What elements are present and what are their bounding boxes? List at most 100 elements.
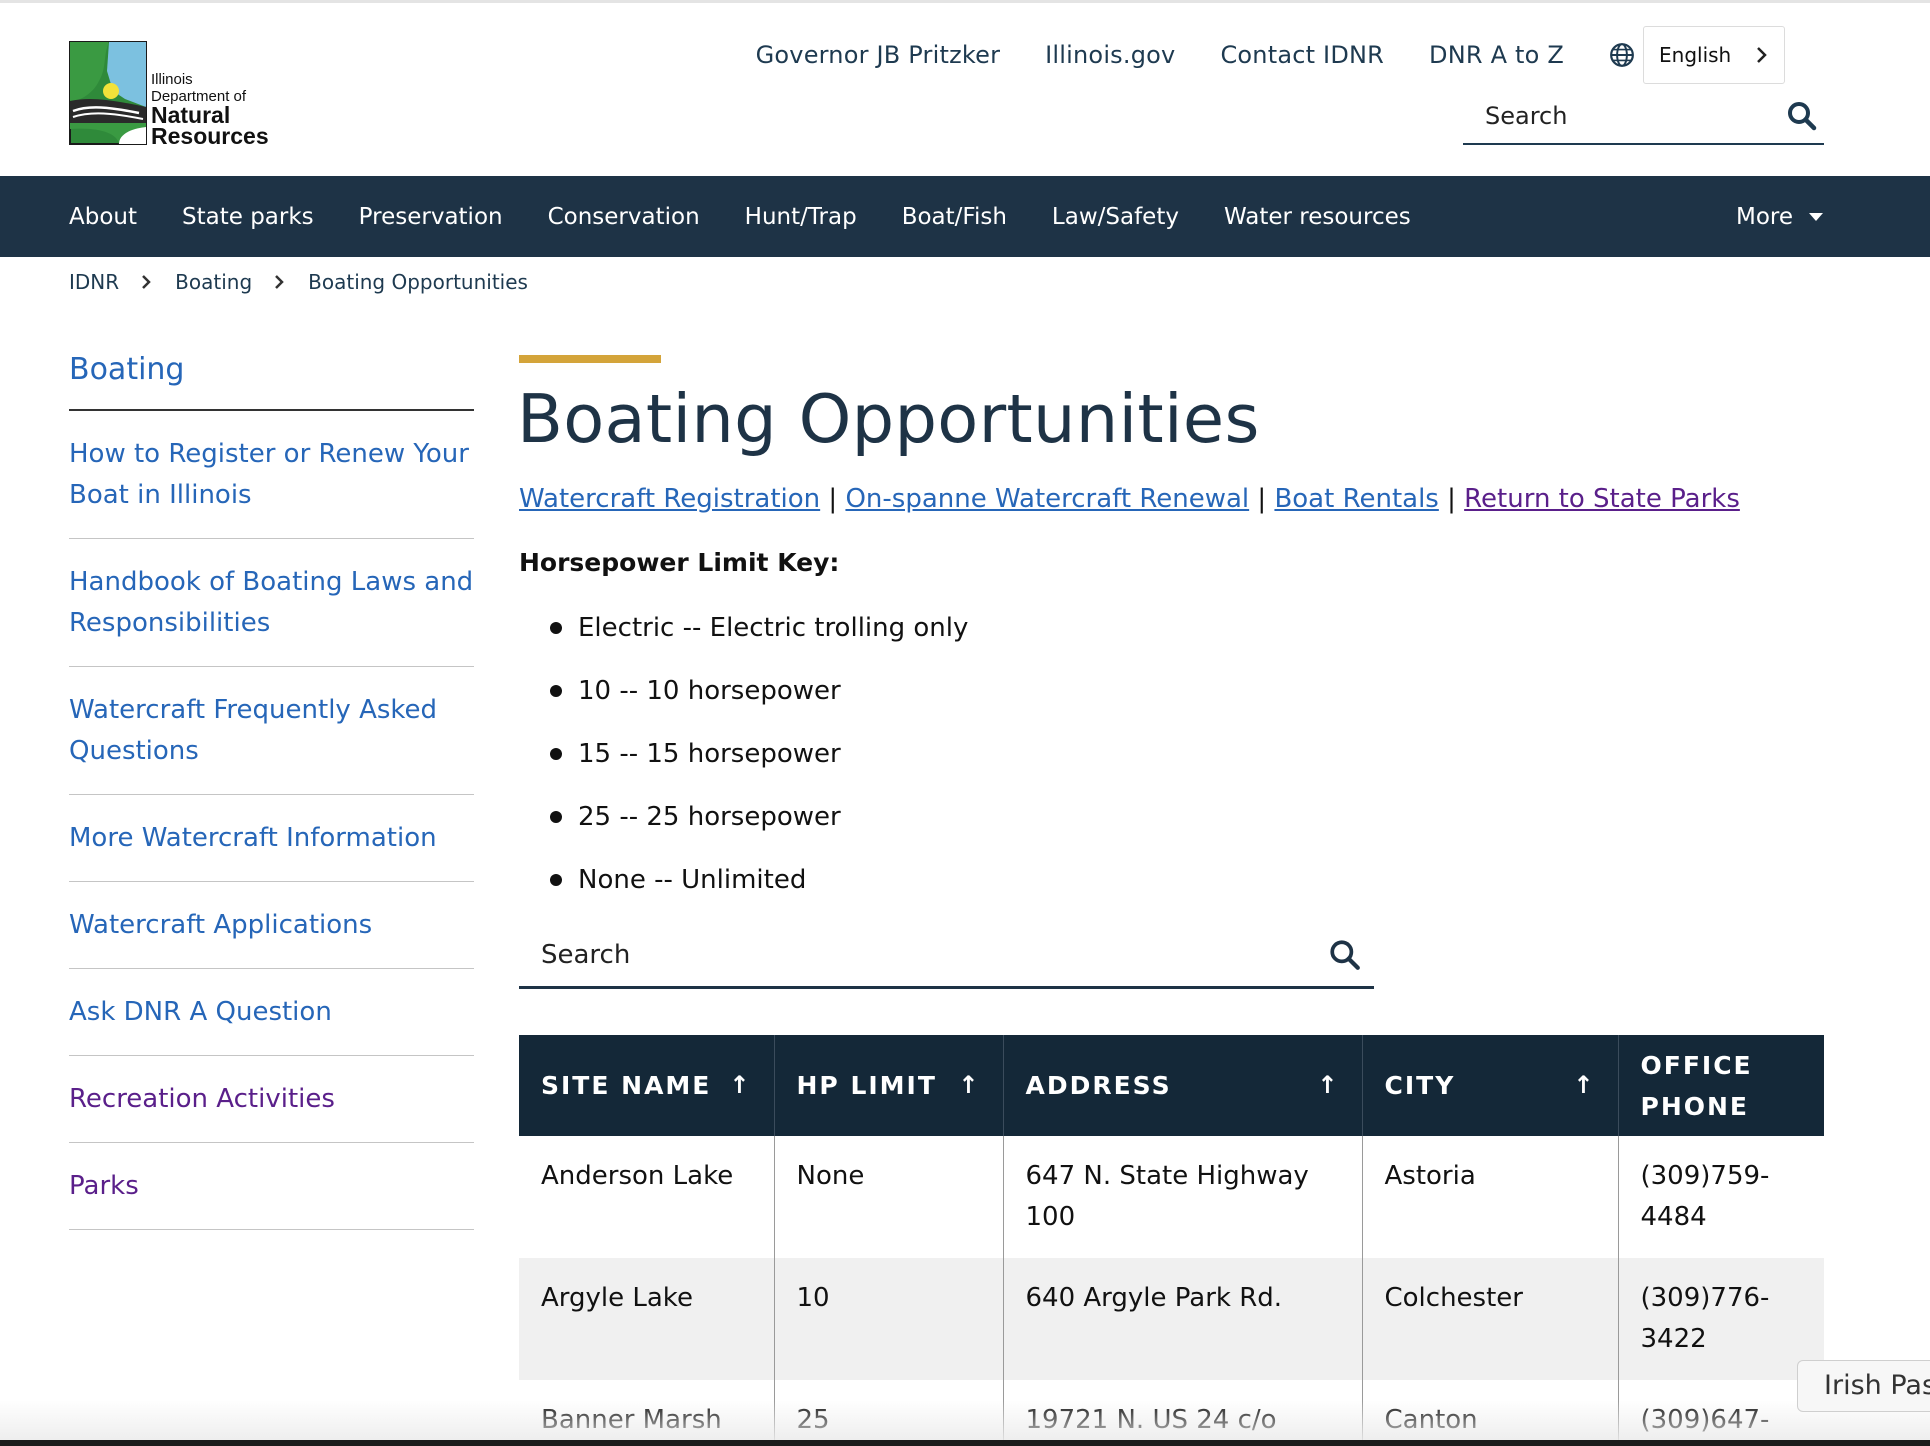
link-watercraft-registration[interactable]: Watercraft Registration [519, 484, 820, 514]
sort-arrow-up-icon: ↑ [1573, 1071, 1596, 1099]
cell-address: 647 N. State Highway 100 [1003, 1136, 1363, 1258]
column-label: HP LIMIT [796, 1071, 937, 1100]
hp-key-text: 10 -- 10 horsepower [578, 675, 841, 706]
utility-nav: Governor JB Pritzker Illinois.gov Contac… [711, 26, 1785, 84]
idnr-logo[interactable]: Illinois Department of Natural Resources [69, 41, 269, 149]
nav-item-boat-fish[interactable]: Boat/Fish [902, 204, 1007, 230]
logo-line-4: Resources [151, 123, 269, 149]
breadcrumb-boating[interactable]: Boating [175, 270, 252, 294]
table-search-input[interactable] [541, 939, 1301, 970]
hover-tooltip: Irish Pas [1797, 1360, 1930, 1412]
caret-down-icon [1809, 212, 1823, 221]
hp-key-text: 25 -- 25 horsepower [578, 801, 841, 832]
sidebar-link-faq[interactable]: Watercraft Frequently Asked Questions [69, 667, 474, 795]
language-selector[interactable]: English [1643, 26, 1785, 84]
sidebar-link-recreation[interactable]: Recreation Activities [69, 1056, 474, 1143]
sidebar-link-applications[interactable]: Watercraft Applications [69, 882, 474, 969]
cell-city: Astoria [1362, 1136, 1619, 1258]
link-separator: | [1257, 484, 1267, 514]
sidebar-nav: Boating How to Register or Renew Your Bo… [69, 352, 474, 1230]
window-bottom-edge [0, 1440, 1930, 1446]
cell-phone: (309)776-3422 [1618, 1258, 1824, 1380]
nav-item-law-safety[interactable]: Law/Safety [1052, 204, 1179, 230]
cell-phone: (309)759-4484 [1640, 1161, 1770, 1232]
cell-site-name: Anderson Lake [519, 1136, 775, 1258]
sort-arrow-up-icon: ↑ [1317, 1071, 1340, 1099]
table-row: Anderson Lake None 647 N. State Highway … [519, 1136, 1824, 1258]
link-separator: | [1447, 484, 1456, 514]
util-link-illinois-gov[interactable]: Illinois.gov [1045, 41, 1175, 69]
list-item: Electric -- Electric trolling only [550, 596, 968, 659]
link-boat-rentals[interactable]: Boat Rentals [1274, 484, 1438, 514]
search-icon[interactable] [1786, 100, 1818, 132]
nav-item-about[interactable]: About [69, 204, 137, 230]
cell-city: Colchester [1362, 1258, 1619, 1380]
bullet-icon [550, 873, 562, 886]
list-item: None -- Unlimited [550, 848, 968, 911]
column-header-site-name[interactable]: SITE NAME ↑ [519, 1035, 775, 1136]
column-header-office-phone[interactable]: OFFICE PHONE [1618, 1035, 1824, 1136]
cell-hp-limit: None [774, 1136, 1004, 1258]
cell-site-name: Argyle Lake [519, 1258, 775, 1380]
nav-item-hunt-trap[interactable]: Hunt/Trap [745, 204, 857, 230]
util-link-governor[interactable]: Governor JB Pritzker [756, 41, 1001, 69]
hp-key-text: 15 -- 15 horsepower [578, 738, 841, 769]
idnr-logo-text: Illinois Department of Natural Resources [151, 71, 269, 149]
chevron-right-icon [1757, 47, 1767, 63]
nav-item-preservation[interactable]: Preservation [359, 204, 503, 230]
nav-more-button[interactable]: More [1736, 176, 1823, 257]
sidebar-link-parks[interactable]: Parks [69, 1143, 474, 1230]
table-search [519, 923, 1374, 989]
hp-key-text: None -- Unlimited [578, 864, 807, 895]
table-row: Argyle Lake 10 640 Argyle Park Rd. Colch… [519, 1258, 1824, 1380]
hp-key-text: Electric -- Electric trolling only [578, 612, 969, 643]
page-title: Boating Opportunities [517, 380, 1260, 458]
title-accent-bar [519, 355, 661, 363]
sidebar-link-more-info[interactable]: More Watercraft Information [69, 795, 474, 882]
main-nav: About State parks Preservation Conservat… [0, 176, 1930, 257]
nav-item-water-resources[interactable]: Water resources [1224, 204, 1411, 230]
link-separator: | [828, 484, 838, 514]
nav-item-state-parks[interactable]: State parks [182, 204, 314, 230]
link-online-renewal[interactable]: On-spanne Watercraft Renewal [845, 484, 1249, 514]
sort-arrow-up-icon: ↑ [958, 1071, 981, 1099]
column-label: OFFICE PHONE [1640, 1050, 1753, 1121]
sidebar-link-register-renew[interactable]: How to Register or Renew Your Boat in Il… [69, 411, 474, 539]
column-label: CITY [1384, 1071, 1456, 1100]
top-border [0, 0, 1930, 3]
sidebar-title[interactable]: Boating [69, 352, 474, 411]
sort-arrow-up-icon: ↑ [729, 1071, 752, 1099]
sidebar-link-ask-dnr[interactable]: Ask DNR A Question [69, 969, 474, 1056]
column-header-city[interactable]: CITY ↑ [1362, 1035, 1619, 1136]
column-header-address[interactable]: ADDRESS ↑ [1003, 1035, 1363, 1136]
hp-key-heading: Horsepower Limit Key: [519, 548, 840, 577]
bottom-fade [0, 1400, 1930, 1440]
idnr-logo-mark [69, 41, 147, 145]
bullet-icon [550, 747, 562, 760]
header-search [1463, 88, 1824, 145]
chevron-right-icon [142, 275, 151, 289]
quick-links: Watercraft Registration | On-spanne Wate… [519, 484, 1740, 514]
column-header-hp-limit[interactable]: HP LIMIT ↑ [774, 1035, 1004, 1136]
header-search-input[interactable] [1485, 101, 1745, 130]
search-icon[interactable] [1328, 938, 1362, 972]
list-item: 15 -- 15 horsepower [550, 722, 968, 785]
table-header-row: SITE NAME ↑ HP LIMIT ↑ ADDRESS ↑ CITY ↑ OFFI… [519, 1035, 1824, 1136]
breadcrumb: IDNR Boating Boating Opportunities [69, 270, 528, 294]
sidebar-link-handbook[interactable]: Handbook of Boating Laws and Responsibil… [69, 539, 474, 667]
util-link-contact-idnr[interactable]: Contact IDNR [1220, 41, 1384, 69]
logo-line-1: Illinois [151, 71, 193, 88]
bullet-icon [550, 684, 562, 697]
globe-icon [1610, 43, 1634, 67]
nav-more-label: More [1735, 203, 1793, 230]
util-link-dnr-a-to-z[interactable]: DNR A to Z [1429, 41, 1564, 69]
column-label: SITE NAME [541, 1071, 712, 1100]
bullet-icon [550, 810, 562, 823]
link-return-state-parks[interactable]: Return to State Parks [1464, 484, 1740, 514]
breadcrumb-idnr[interactable]: IDNR [69, 270, 119, 294]
list-item: 10 -- 10 horsepower [550, 659, 968, 722]
chevron-right-icon [275, 275, 284, 289]
list-item: 25 -- 25 horsepower [550, 785, 968, 848]
cell-address: 640 Argyle Park Rd. [1003, 1258, 1363, 1380]
nav-item-conservation[interactable]: Conservation [548, 204, 700, 230]
